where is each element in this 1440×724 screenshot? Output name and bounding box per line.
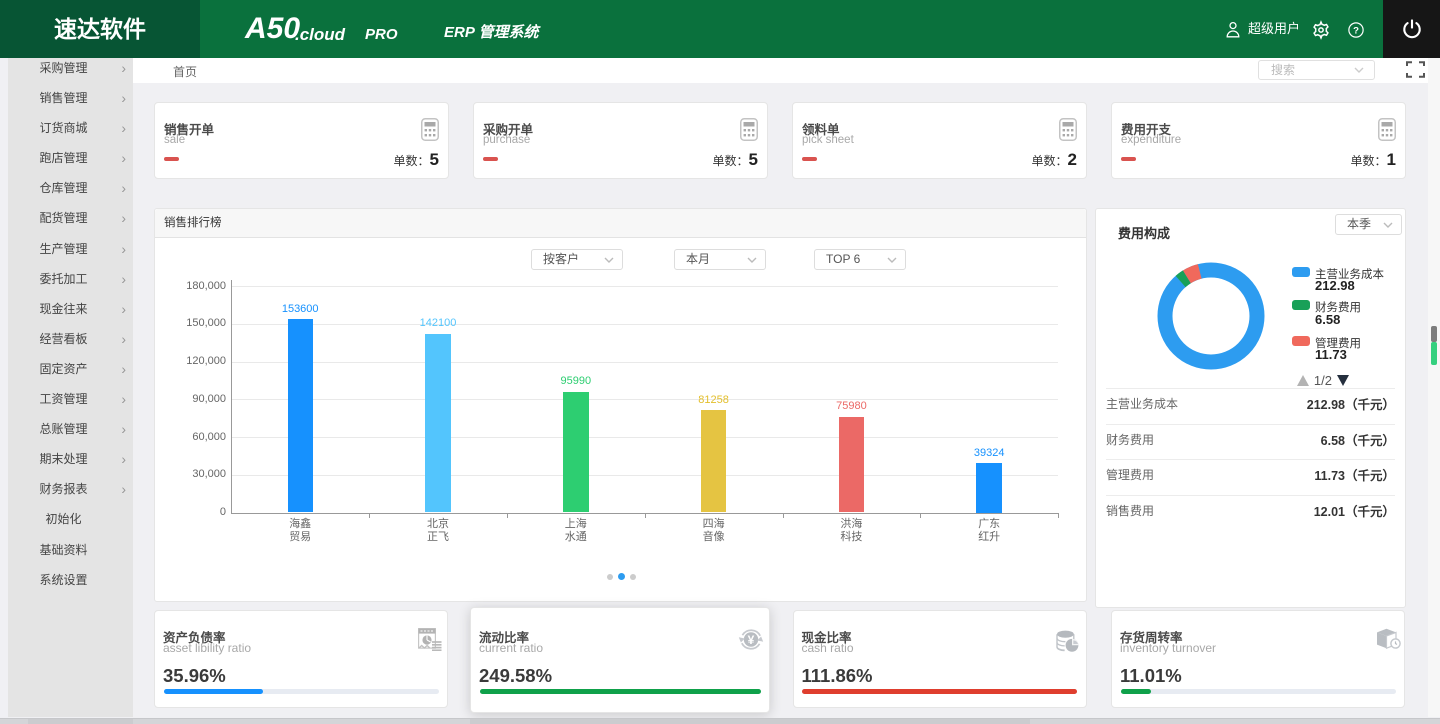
svg-text:?: ?: [1353, 25, 1359, 36]
svg-text:¥: ¥: [748, 633, 755, 647]
